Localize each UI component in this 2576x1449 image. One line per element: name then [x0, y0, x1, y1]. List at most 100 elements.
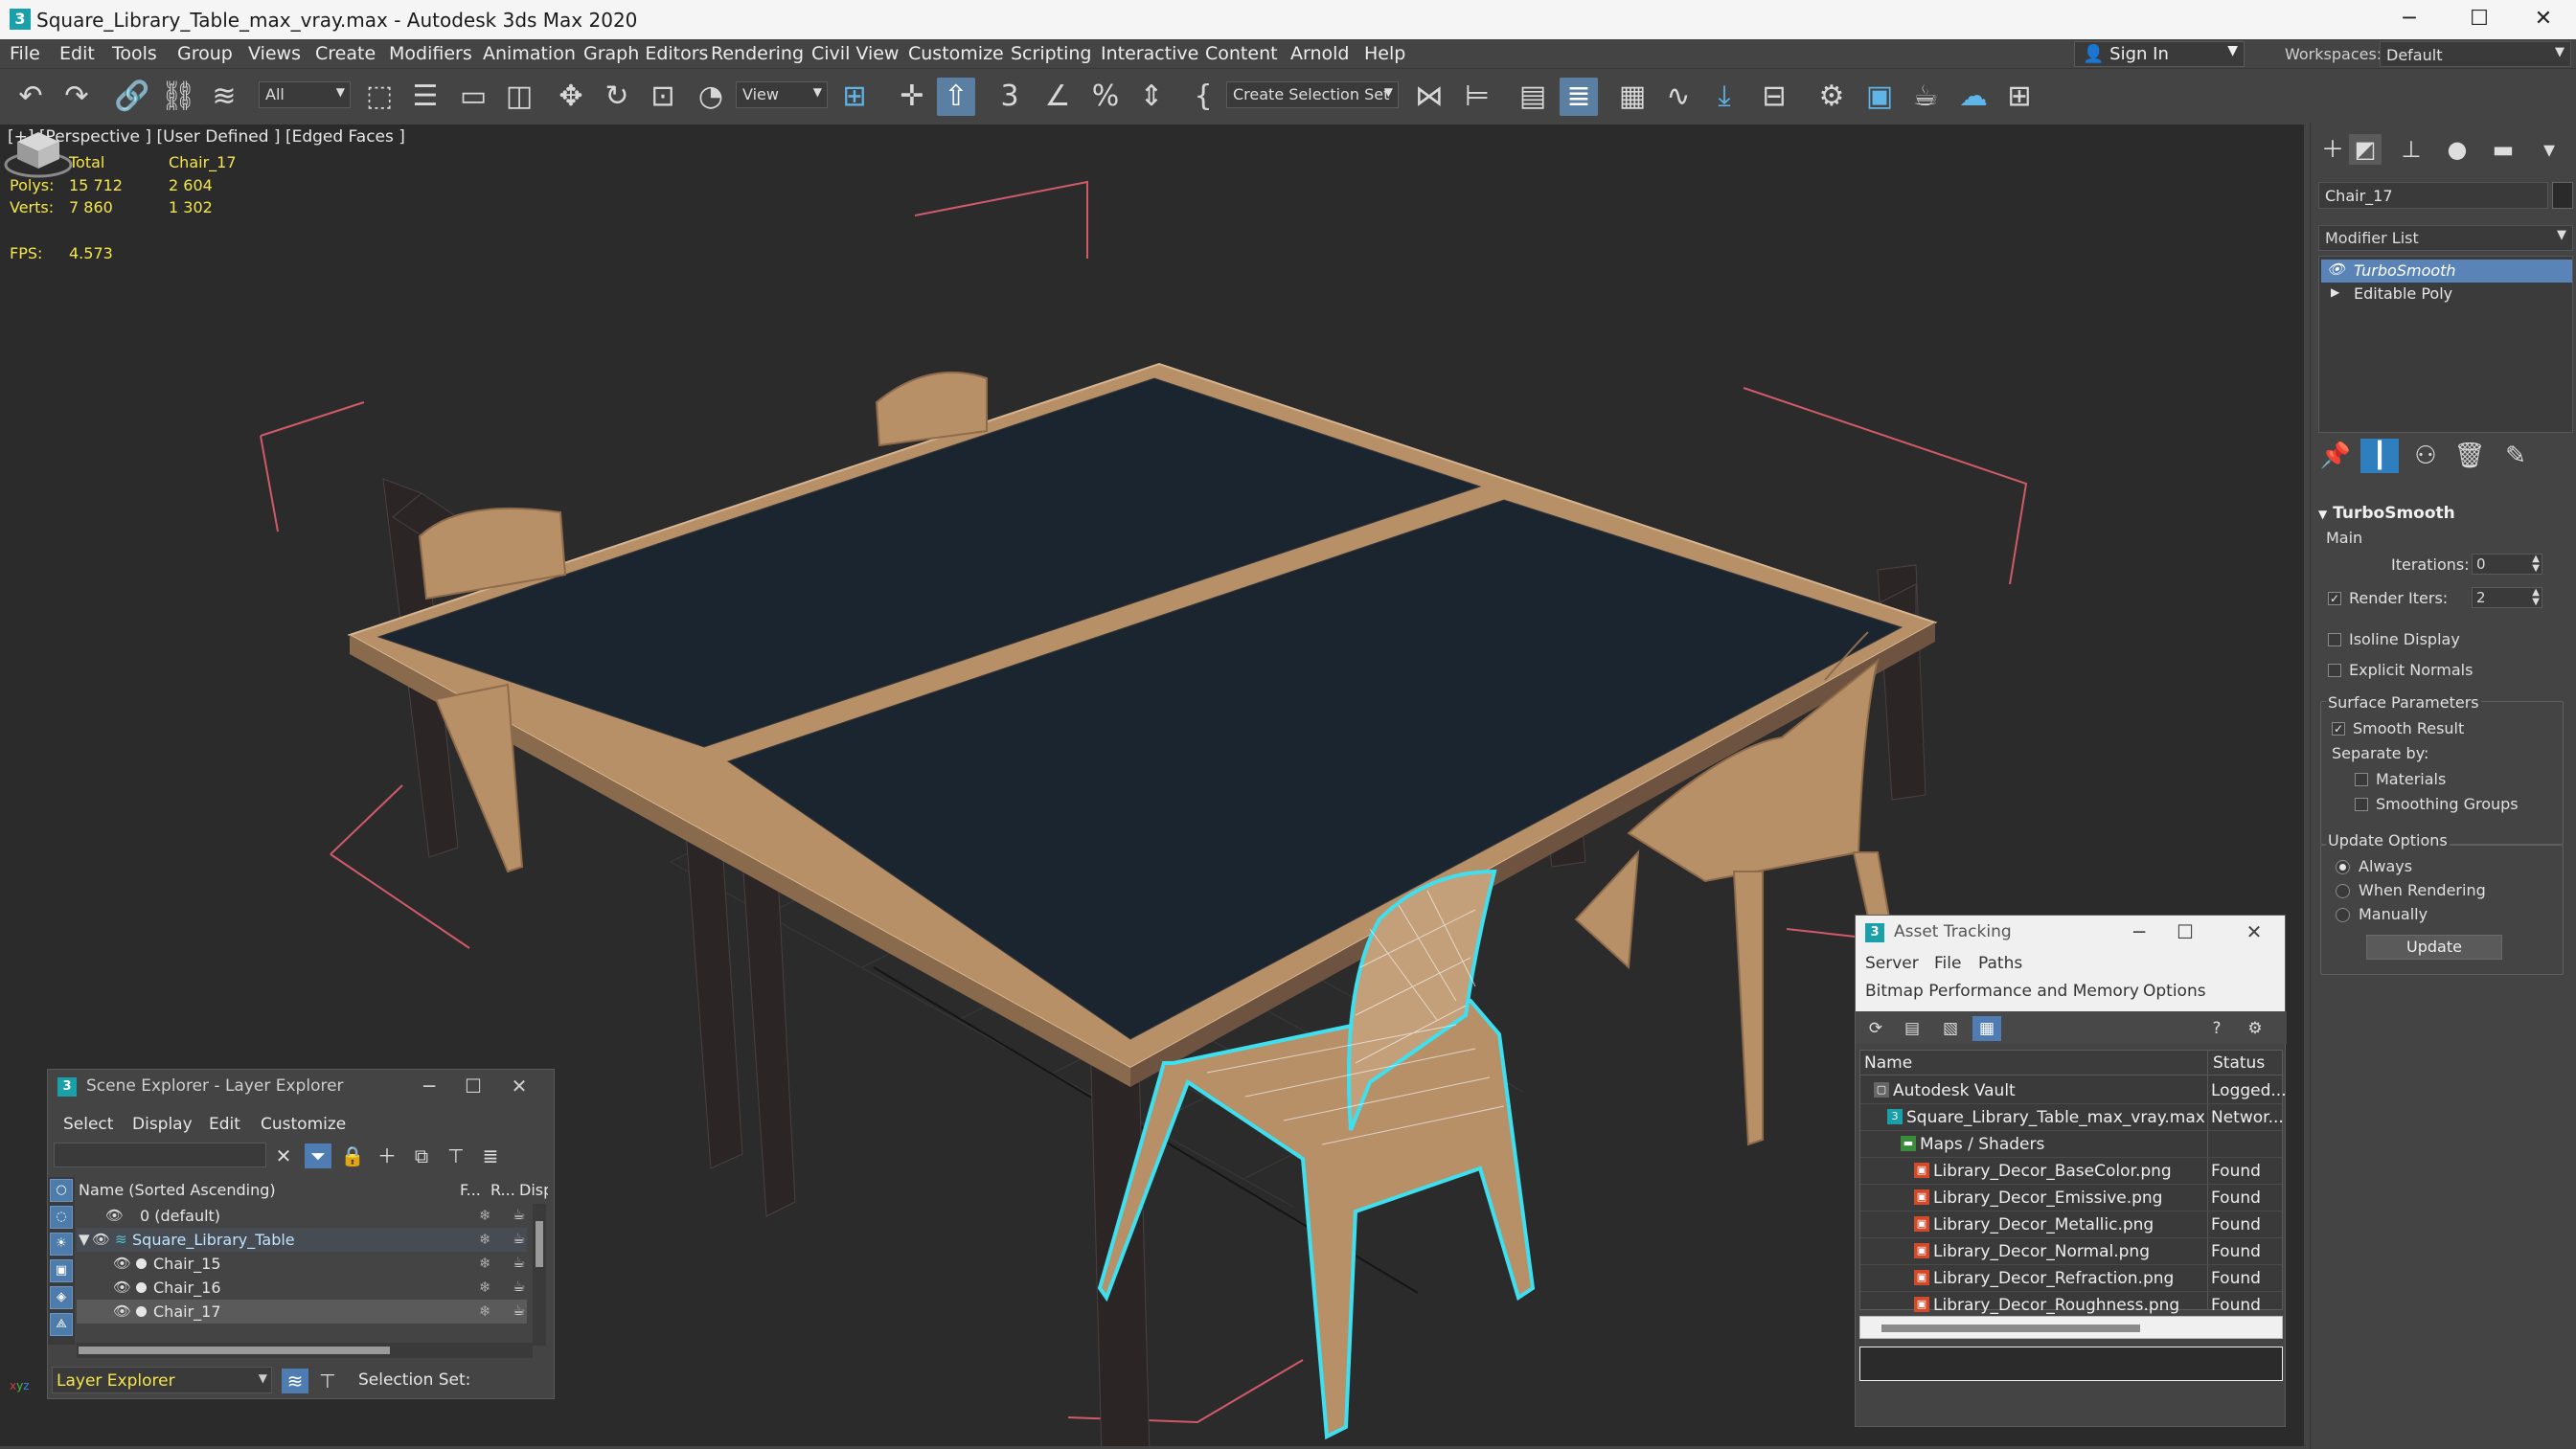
explorer-type-select[interactable]: Layer Explorer ▼	[52, 1367, 272, 1393]
search-input[interactable]	[54, 1143, 266, 1167]
render-teapot-icon[interactable]: ☕	[513, 1254, 525, 1271]
materials-checkbox[interactable]	[2355, 773, 2368, 786]
layer-row[interactable]: 👁 0 (default) ❄ ☕	[77, 1204, 527, 1228]
expand-arrow-icon[interactable]: ▶	[2331, 285, 2339, 299]
render-teapot-icon[interactable]: ☕	[513, 1302, 525, 1319]
unlink-icon[interactable]: ⛓	[159, 78, 197, 116]
horizontal-scrollbar[interactable]	[77, 1343, 533, 1358]
column-display[interactable]: Display a	[519, 1181, 548, 1199]
asset-row[interactable]: ▣ Library_Decor_Refraction.png Found	[1860, 1265, 2282, 1292]
modify-tab-icon[interactable]: ◩	[2349, 134, 2382, 165]
object-row-selected[interactable]: 👁 Chair_17 ❄ ☕	[77, 1300, 527, 1324]
window-crossing-icon[interactable]: ◫	[500, 78, 538, 116]
layer-explorer-icon[interactable]: ≋	[282, 1369, 308, 1393]
layer-stack-icon[interactable]: ≣	[477, 1143, 504, 1168]
render-iters-checkbox[interactable]: ✓	[2328, 592, 2341, 605]
toggle-scene-explorer-icon[interactable]: ▤	[1514, 78, 1552, 116]
asset-row[interactable]: ▣ Library_Decor_Normal.png Found	[1860, 1238, 2282, 1265]
freeze-icon[interactable]: ❄	[479, 1302, 491, 1320]
object-row[interactable]: 👁 Chair_16 ❄ ☕	[77, 1276, 527, 1300]
object-row[interactable]: 👁 Chair_15 ❄ ☕	[77, 1252, 527, 1276]
layer-row[interactable]: ▼ 👁 ≋ Square_Library_Table ❄ ☕	[77, 1228, 527, 1252]
asset-row[interactable]: ▢ Autodesk Vault Logged...	[1860, 1077, 2287, 1104]
asset-row[interactable]: ▣ Library_Decor_Metallic.png Found	[1860, 1211, 2282, 1238]
keyboard-shortcut-override-icon[interactable]: ⇧	[937, 78, 975, 116]
at-menu-bitmap-performance[interactable]: Bitmap Performance and Memory	[1865, 982, 2139, 1001]
visibility-eye-icon[interactable]: 👁	[113, 1255, 131, 1272]
update-button[interactable]: Update	[2366, 935, 2502, 960]
render-production-icon[interactable]: ☕	[1906, 78, 1945, 116]
display-cameras-icon[interactable]: ▣	[50, 1259, 73, 1282]
workspace-select[interactable]: Default ▼	[2380, 41, 2571, 67]
asset-row[interactable]: ▣ Library_Decor_Roughness.png Found	[1860, 1292, 2282, 1319]
path-input[interactable]	[1859, 1347, 2283, 1381]
close-button[interactable]: ✕	[2510, 4, 2576, 34]
display-shapes-icon[interactable]: ◌	[50, 1206, 73, 1229]
reference-coordinate-select[interactable]: View ▼	[736, 81, 828, 108]
motion-tab-icon[interactable]: ●	[2441, 134, 2473, 165]
se-menu-select[interactable]: Select	[63, 1115, 113, 1134]
close-button[interactable]: ✕	[500, 1074, 538, 1098]
menu-help[interactable]: Help	[1364, 43, 1405, 64]
select-by-name-icon[interactable]: ☰	[406, 78, 445, 116]
column-name[interactable]: Name (Sorted Ascending)	[79, 1181, 276, 1199]
minimize-button[interactable]: ─	[2376, 4, 2443, 34]
undo-icon[interactable]: ↶	[11, 78, 50, 116]
link-icon[interactable]: 🔗	[113, 78, 151, 116]
se-menu-customize[interactable]: Customize	[261, 1115, 346, 1134]
toggle-ribbon-icon[interactable]: ▦	[1613, 78, 1652, 116]
spinner-snap-icon[interactable]: ⇕	[1132, 78, 1171, 116]
percent-snap-icon[interactable]: %	[1086, 78, 1125, 116]
select-place-icon[interactable]: ◔	[692, 78, 730, 116]
iterations-spinner[interactable]: 0 ▲ ▼	[2472, 554, 2542, 575]
pin-stack-icon[interactable]: 📌	[2316, 439, 2355, 473]
display-tab-icon[interactable]: ▬	[2487, 134, 2519, 165]
maximize-button[interactable]: ☐	[454, 1074, 492, 1098]
selection-filter-select[interactable]: All ▼	[259, 81, 351, 108]
select-manipulate-icon[interactable]: ✛	[893, 78, 931, 116]
visibility-eye-icon[interactable]: 👁	[105, 1207, 124, 1224]
menu-content[interactable]: Content	[1205, 43, 1278, 64]
list-view-icon[interactable]: ▤	[1898, 1016, 1926, 1041]
modifier-list-select[interactable]: Modifier List ▼	[2318, 225, 2573, 251]
render-in-cloud-icon[interactable]: ☁	[1954, 78, 1993, 116]
horizontal-scrollbar[interactable]	[1859, 1316, 2283, 1339]
edit-named-selection-icon[interactable]: {	[1184, 78, 1222, 116]
at-menu-options[interactable]: Options	[2143, 982, 2206, 1001]
select-object-icon[interactable]: ⬚	[360, 78, 399, 116]
collapse-arrow-icon[interactable]: ▼	[79, 1231, 90, 1248]
asset-row[interactable]: ▣ Library_Decor_BaseColor.png Found	[1860, 1158, 2282, 1185]
menu-interactive[interactable]: Interactive	[1101, 43, 1198, 64]
schematic-view-icon[interactable]: ⤓	[1705, 78, 1744, 116]
visibility-eye-icon[interactable]: 👁	[92, 1231, 110, 1248]
asset-tracking-title-bar[interactable]: 3 Asset Tracking	[1856, 916, 2285, 948]
close-button[interactable]: ✕	[2235, 919, 2273, 944]
render-teapot-icon[interactable]: ☕	[513, 1230, 525, 1247]
settings-icon[interactable]: ⚙	[2241, 1016, 2269, 1041]
smooth-result-checkbox[interactable]: ✓	[2332, 722, 2345, 736]
configure-modifier-sets-icon[interactable]: ✎	[2496, 439, 2535, 473]
render-teapot-icon[interactable]: ☕	[513, 1206, 525, 1223]
menu-scripting[interactable]: Scripting	[1011, 43, 1092, 64]
menu-views[interactable]: Views	[248, 43, 301, 64]
freeze-icon[interactable]: ❄	[479, 1255, 491, 1272]
menu-animation[interactable]: Animation	[483, 43, 576, 64]
rendered-frame-window-icon[interactable]: ▣	[1860, 78, 1899, 116]
create-tab-icon[interactable]: ＋	[2316, 134, 2349, 165]
at-menu-server[interactable]: Server	[1865, 954, 1919, 973]
column-name[interactable]: Name	[1864, 1053, 1912, 1073]
show-end-result-icon[interactable]: ┃	[2360, 439, 2399, 473]
eye-icon[interactable]: 👁	[2327, 260, 2345, 278]
se-menu-display[interactable]: Display	[132, 1115, 193, 1134]
bind-space-warp-icon[interactable]: ≋	[205, 78, 243, 116]
visibility-eye-icon[interactable]: 👁	[113, 1302, 131, 1320]
new-layer-icon[interactable]: ＋	[374, 1143, 400, 1168]
menu-create[interactable]: Create	[315, 43, 376, 64]
minimize-button[interactable]: ─	[410, 1074, 448, 1098]
object-name-field[interactable]: Chair_17	[2318, 182, 2548, 209]
menu-graph-editors[interactable]: Graph Editors	[583, 43, 708, 64]
pivot-center-icon[interactable]: ⊞	[835, 78, 874, 116]
tree-view-icon[interactable]: ▧	[1936, 1016, 1965, 1041]
select-move-icon[interactable]: ✥	[552, 78, 590, 116]
render-shortcut-icon[interactable]: ⊞	[2000, 78, 2039, 116]
